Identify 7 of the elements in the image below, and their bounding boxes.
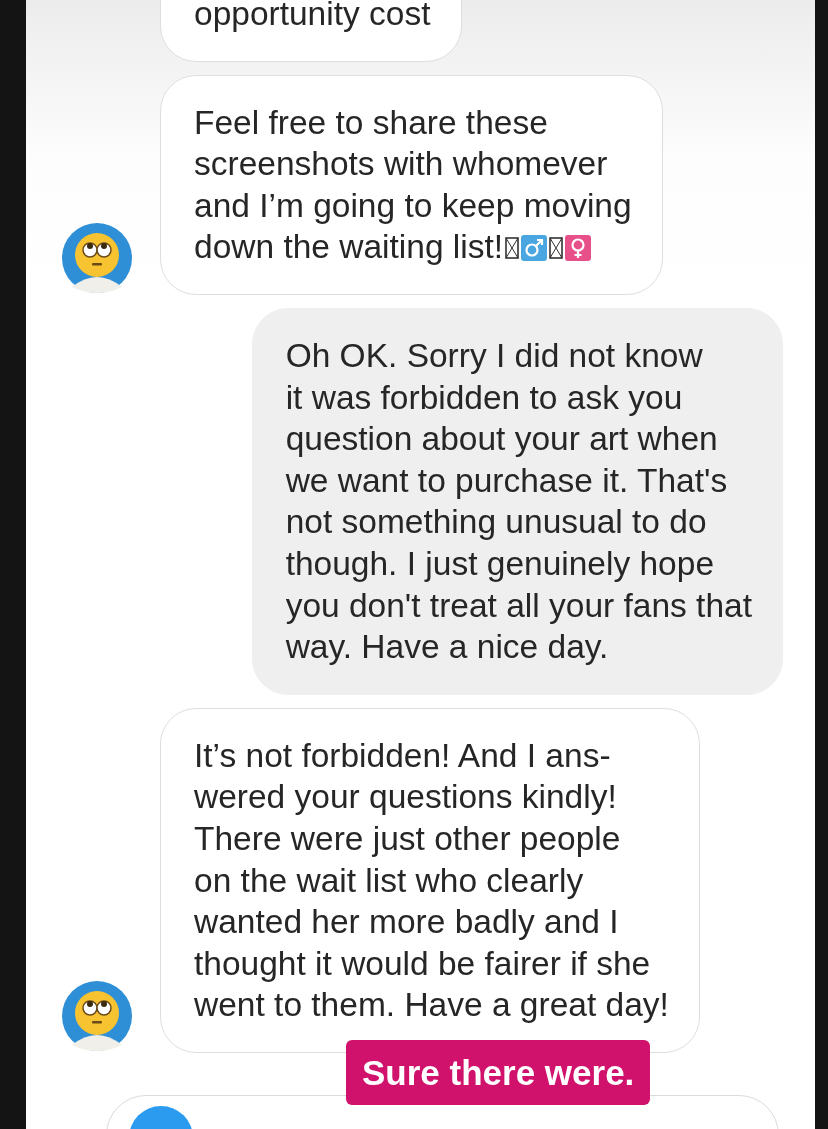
text-sticker: Sure there were. bbox=[346, 1040, 651, 1105]
message-text: It’s not forbidden! And I ans- wered your questions kindly! There were just other people on the wait list who clearly wanted her more badly and I thought it would be fairer if she went to them. Have a great day! bbox=[194, 735, 669, 1026]
message-text: opportunity cost bbox=[194, 0, 431, 34]
avatar-icon[interactable] bbox=[62, 980, 132, 1051]
message-text: Oh OK. Sorry I did not know it was forbidden to ask you question about your art when we want to purchase it. That's not something unusual to do though. I just genuinely hope you don't treat all your fans that way. Have a nice day. bbox=[285, 335, 752, 668]
message-text: Feel free to share these screenshots with whomever and I’m going to keep moving down the waiting list! bbox=[194, 102, 632, 268]
avatar-icon[interactable] bbox=[62, 222, 132, 293]
